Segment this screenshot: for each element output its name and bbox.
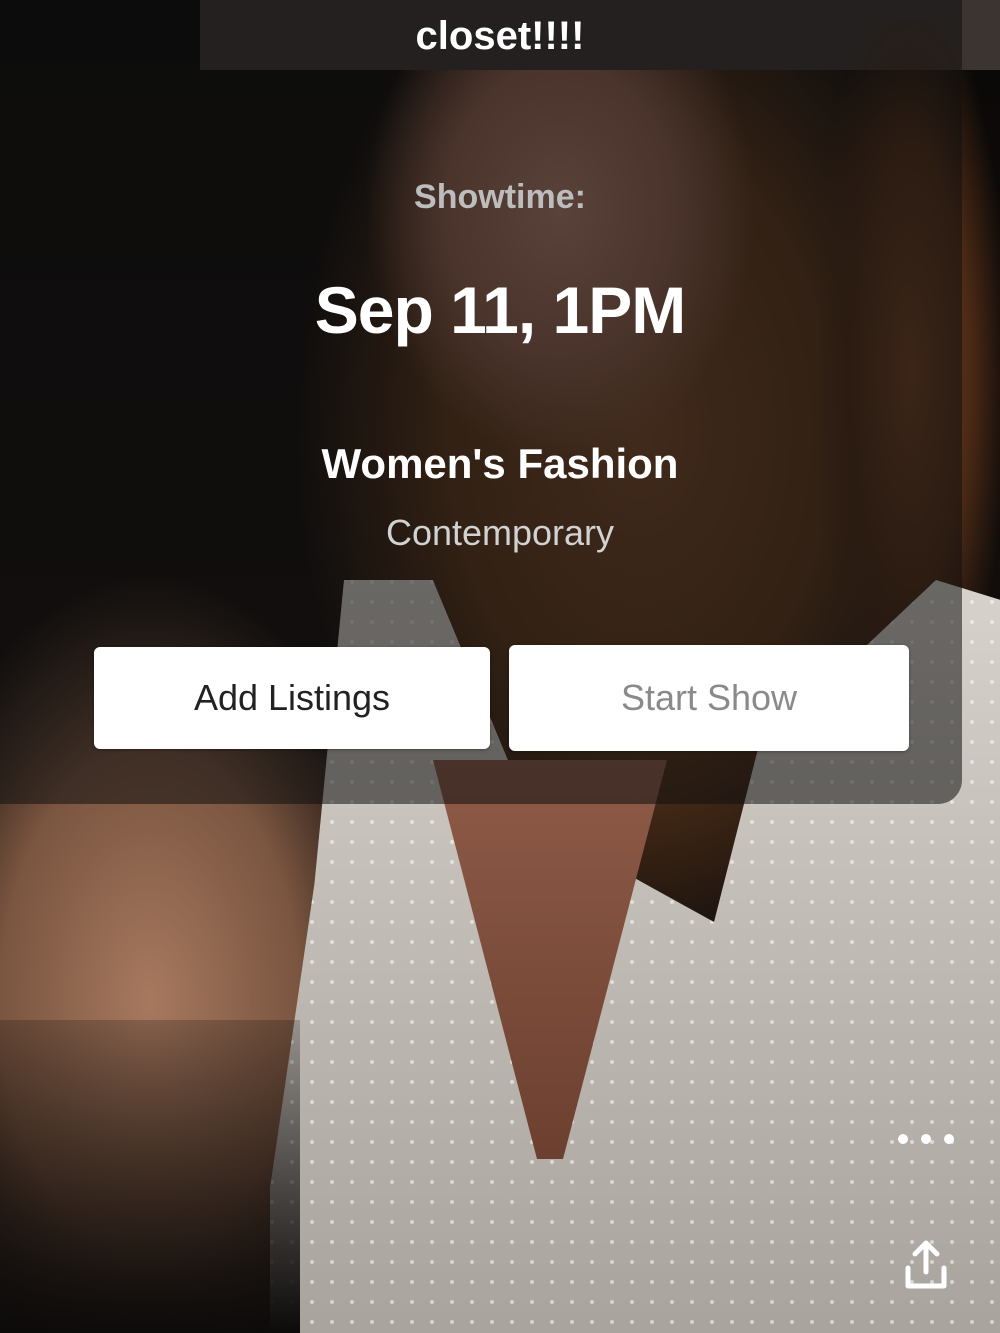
share-upload-icon[interactable] (900, 1238, 952, 1294)
showtime-label: Showtime: (414, 178, 586, 216)
start-show-button[interactable]: Start Show (509, 645, 909, 751)
subcategory-label: Contemporary (385, 512, 615, 553)
category-label: Women's Fashion (321, 440, 679, 487)
add-listings-label: Add Listings (193, 677, 391, 718)
showtime-value: Sep 11, 1PM (314, 273, 687, 347)
add-listings-button[interactable]: Add Listings (94, 647, 490, 749)
more-horizontal-icon[interactable] (898, 1128, 954, 1150)
show-title: First Live Show!! 50% off everything in … (415, 14, 585, 58)
start-show-label: Start Show (620, 677, 798, 718)
